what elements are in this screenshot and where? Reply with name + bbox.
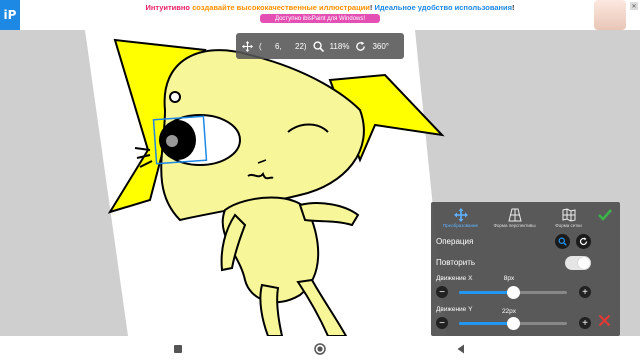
move-y-slider[interactable] xyxy=(459,317,567,330)
plus-icon: + xyxy=(582,317,588,329)
rotation-readout: 360° xyxy=(372,41,389,51)
tab-mesh[interactable]: Форма сетки xyxy=(541,208,596,228)
move-arrows-icon xyxy=(453,208,468,222)
back-triangle-icon xyxy=(457,344,464,354)
repeat-toggle-knob xyxy=(578,257,590,269)
ad-headline-part4: Идеальное удобство использования xyxy=(374,3,513,12)
ad-headline-part5: ! xyxy=(512,3,515,12)
move-x-knob[interactable] xyxy=(507,286,520,299)
square-stop-icon xyxy=(174,345,182,353)
move-x-label: Движение X xyxy=(436,275,473,282)
move-x-slider[interactable] xyxy=(459,286,567,299)
mesh-map-icon xyxy=(562,208,575,222)
move-x-decrement-button[interactable]: − xyxy=(436,286,448,298)
operation-zoom-button[interactable] xyxy=(555,234,570,249)
operation-label: Операция xyxy=(436,237,474,246)
plus-icon: + xyxy=(582,286,588,298)
ibispaint-logo[interactable]: iP xyxy=(0,0,20,30)
ad-close-icon[interactable]: ✕ xyxy=(630,2,638,10)
ad-windows-button[interactable]: Доступно ibisPaint для Windows! xyxy=(260,14,380,23)
move-y-value: 22px xyxy=(501,308,517,315)
system-nav-bar xyxy=(0,336,640,360)
tab-transform-label: Преобразование xyxy=(442,223,479,228)
ad-headline-part1: Интуитивно xyxy=(145,3,193,12)
repeat-toggle[interactable] xyxy=(565,256,591,270)
minus-icon: − xyxy=(439,286,445,298)
tab-mesh-label: Форма сетки xyxy=(555,223,582,228)
move-y-knob[interactable] xyxy=(507,317,520,330)
small-dot-eye xyxy=(169,91,181,103)
eye-highlight xyxy=(166,135,178,147)
zoom-magnifier-icon[interactable] xyxy=(312,40,324,52)
tab-perspective[interactable]: Форма перспективы xyxy=(487,208,542,228)
transform-toolbar: ( 6, 22) 118% 360° xyxy=(236,33,404,59)
move-y-fill xyxy=(459,322,513,325)
nav-recents-button[interactable] xyxy=(172,342,184,354)
tab-transform[interactable]: Преобразование xyxy=(433,208,488,228)
magnifier-icon xyxy=(558,237,567,246)
position-readout: ( 6, 22) xyxy=(259,41,307,51)
ad-headline-part2: создавайте высококачественные иллюстраци… xyxy=(192,3,370,12)
move-y-decrement-button[interactable]: − xyxy=(436,317,448,329)
cancel-button[interactable] xyxy=(598,314,611,329)
close-icon xyxy=(598,314,611,327)
repeat-label: Повторить xyxy=(436,258,476,267)
ad-avatar-image xyxy=(594,0,626,30)
move-x-fill xyxy=(459,291,513,294)
ad-banner[interactable]: iP Интуитивно создавайте высококачествен… xyxy=(0,0,640,30)
ad-headline: Интуитивно создавайте высококачественные… xyxy=(120,3,540,12)
perspective-grid-icon xyxy=(507,208,522,222)
record-circle-icon xyxy=(314,343,326,355)
eye-pupil xyxy=(160,120,196,160)
move-y-label: Движение Y xyxy=(436,306,473,313)
nav-back-button[interactable] xyxy=(455,342,467,354)
transform-panel: Преобразование Форма перспективы Форма с… xyxy=(431,202,620,336)
zoom-readout: 118% xyxy=(329,41,350,51)
confirm-button[interactable] xyxy=(598,208,612,224)
rotate-icon xyxy=(579,237,588,246)
minus-icon: − xyxy=(439,317,445,329)
nav-home-button[interactable] xyxy=(314,342,326,355)
move-arrows-icon[interactable] xyxy=(242,40,253,52)
move-x-increment-button[interactable]: + xyxy=(579,286,591,298)
checkmark-icon xyxy=(598,209,612,221)
tab-perspective-label: Форма перспективы xyxy=(493,223,536,228)
operation-rotate-button[interactable] xyxy=(576,234,591,249)
move-y-increment-button[interactable]: + xyxy=(579,317,591,329)
rotate-icon[interactable] xyxy=(355,40,366,52)
move-x-value: 8px xyxy=(503,275,515,282)
